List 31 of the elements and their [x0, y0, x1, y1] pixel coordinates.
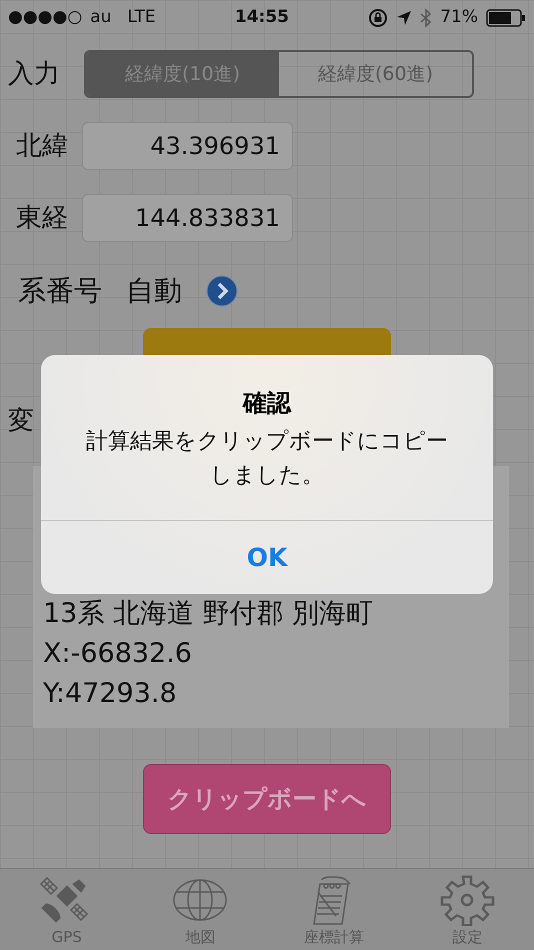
disclosure-chevron-icon[interactable]: [206, 275, 238, 307]
result-label: 変: [8, 406, 34, 436]
zone-label: 系番号: [18, 273, 102, 309]
coordinate-field[interactable]: 43.396931: [82, 122, 293, 170]
gear-icon: [439, 874, 496, 926]
field-label: 北緯: [16, 130, 69, 162]
battery-percent: 71%: [440, 6, 478, 30]
alert-title: 確認: [241, 388, 292, 419]
zone-value: 自動: [126, 273, 182, 309]
field-label: 東経: [16, 202, 69, 234]
tab-item[interactable]: 座標計算: [267, 869, 400, 950]
result-text: Y:47293.8: [43, 677, 178, 711]
tab-item[interactable]: 地図: [134, 869, 267, 950]
carrier-name: au: [90, 6, 112, 30]
ok-button[interactable]: OK: [41, 520, 493, 594]
rotation-lock-icon: [368, 8, 388, 28]
network-type: LTE: [127, 6, 156, 30]
signal-strength: ●●●●○: [8, 6, 82, 30]
tab-item[interactable]: 設定: [400, 869, 534, 950]
mode-segment[interactable]: 経緯度(60進): [279, 52, 472, 96]
input-label: 入力: [8, 58, 60, 90]
status-time: 14:55: [234, 6, 289, 30]
location-arrow-icon: [396, 10, 412, 26]
alert-message: 計算結果をクリップボードにコピーしました。: [85, 428, 449, 490]
result-text: X:-66832.6: [43, 637, 193, 671]
tab-item[interactable]: GPS: [0, 869, 134, 950]
result-text: 13系 北海道 野付郡 別海町: [43, 597, 374, 631]
coordinate-field[interactable]: 144.833831: [82, 194, 293, 242]
battery-icon: [486, 9, 526, 27]
bluetooth-icon: [420, 8, 432, 28]
copy-to-clipboard-button[interactable]: クリップボードへ: [143, 764, 391, 834]
